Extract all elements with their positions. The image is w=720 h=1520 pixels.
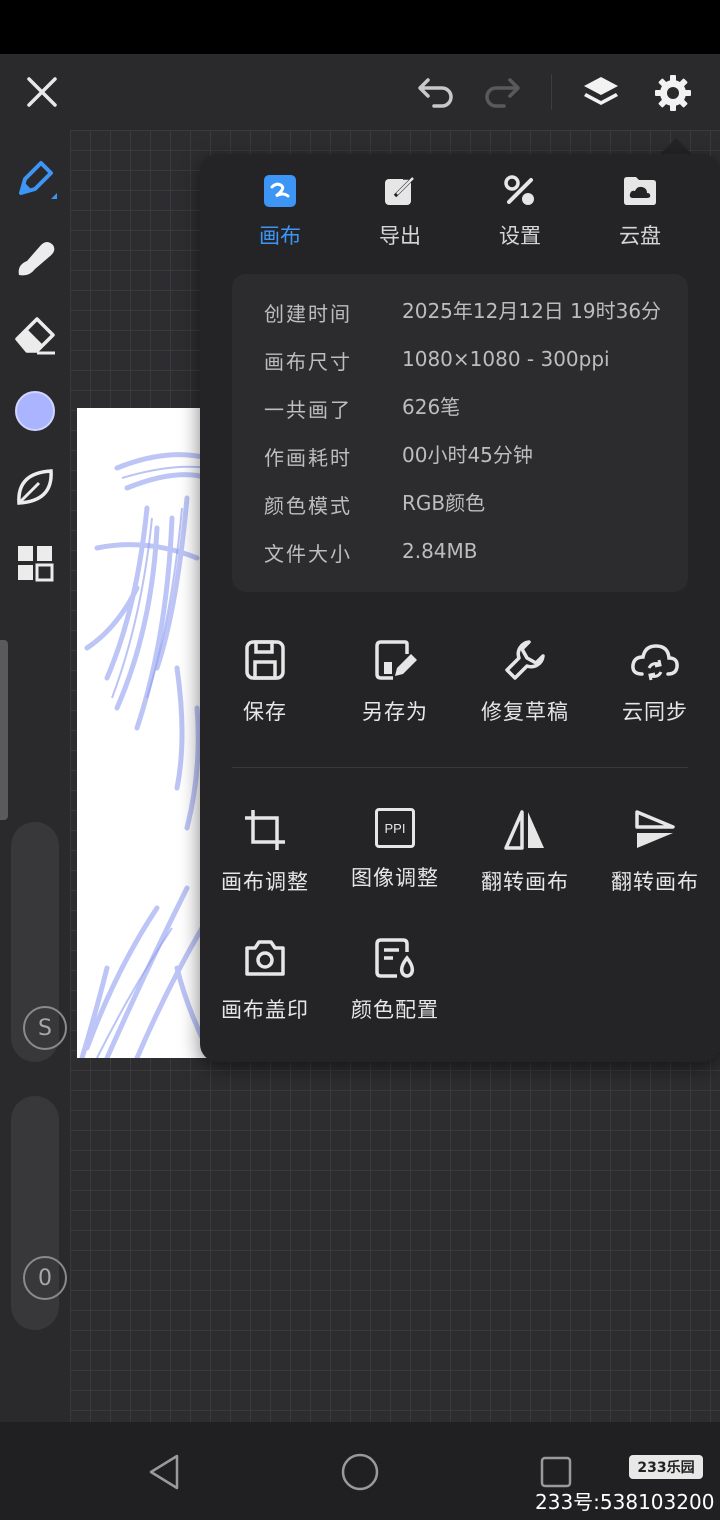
close-icon[interactable] xyxy=(18,68,66,116)
flip-canvas-horizontal-button[interactable]: 翻转画布 xyxy=(460,808,590,918)
active-color-dot xyxy=(15,391,55,431)
actions-divider xyxy=(232,767,688,768)
canvas-info-card: 创建时间 2025年12月12日 19时36分 画布尺寸 1080×1080 -… xyxy=(232,274,688,592)
tab-export-label: 导出 xyxy=(379,224,421,248)
color-config-button[interactable]: 颜色配置 xyxy=(330,936,460,1046)
canvas-stamp-button-label: 画布盖印 xyxy=(221,998,309,1022)
toolbar-divider xyxy=(551,74,552,110)
tab-cloud-drive[interactable]: 云盘 xyxy=(590,174,690,254)
canvas-menu-panel: 画布 导出 设置 云盘 创建时间 2025年12月12日 19时36分 画布尺寸… xyxy=(200,154,720,1062)
back-nav-icon[interactable] xyxy=(142,1450,186,1494)
watermark-logo-text: 233乐园 xyxy=(637,1460,695,1476)
leaf-shape-icon[interactable] xyxy=(10,462,60,512)
info-key: 文件大小 xyxy=(264,542,352,566)
save-as-button-label: 另存为 xyxy=(362,700,428,724)
info-value: 2.84MB xyxy=(402,539,478,563)
left-toolbar: S 0 xyxy=(0,130,70,1422)
info-key: 画布尺寸 xyxy=(264,350,352,374)
undo-icon[interactable] xyxy=(412,68,460,116)
tab-cloud-drive-label: 云盘 xyxy=(619,224,661,248)
info-value: RGB颜色 xyxy=(402,491,486,515)
brush-tool-icon[interactable] xyxy=(10,156,60,206)
cloud-drive-icon xyxy=(624,177,656,205)
canvas-adjust-button[interactable]: 画布调整 xyxy=(200,808,330,918)
smudge-tool-icon[interactable] xyxy=(10,234,60,284)
flip-canvas-horizontal-label: 翻转画布 xyxy=(481,870,569,894)
cloud-sync-icon xyxy=(631,644,679,681)
save-as-button[interactable]: 另存为 xyxy=(330,638,460,748)
tab-settings-label: 设置 xyxy=(499,224,541,248)
export-icon xyxy=(385,176,415,205)
info-value: 00小时45分钟 xyxy=(402,443,533,467)
flip-canvas-vertical-button[interactable]: 翻转画布 xyxy=(590,808,720,918)
layers-icon[interactable] xyxy=(576,68,626,118)
image-adjust-button[interactable]: PPI 图像调整 xyxy=(330,808,460,918)
gear-icon[interactable] xyxy=(648,68,698,118)
artwork-strokes xyxy=(79,452,207,1058)
camera-stamp-icon xyxy=(245,940,285,976)
save-button[interactable]: 保存 xyxy=(200,638,330,748)
opacity-knob[interactable]: 0 xyxy=(23,1256,67,1300)
info-key: 一共画了 xyxy=(264,398,352,422)
status-bar xyxy=(0,0,720,54)
opacity-badge: 0 xyxy=(38,1265,52,1291)
brush-size-knob[interactable]: S xyxy=(23,1006,67,1050)
tab-canvas-label: 画布 xyxy=(259,224,301,248)
color-config-button-label: 颜色配置 xyxy=(351,998,439,1022)
redo-icon[interactable] xyxy=(478,68,526,116)
info-value: 1080×1080 - 300ppi xyxy=(402,347,610,371)
grid-menu-icon[interactable] xyxy=(10,538,60,588)
repair-wrench-icon xyxy=(505,640,545,680)
save-icon xyxy=(245,640,285,680)
save-button-label: 保存 xyxy=(243,700,287,724)
ppi-icon-text: PPI xyxy=(384,820,406,836)
info-key: 创建时间 xyxy=(264,302,352,326)
opacity-slider[interactable]: 0 xyxy=(11,1096,67,1330)
settings-tools-icon xyxy=(504,175,534,205)
watermark-logo: 233乐园 xyxy=(629,1455,703,1479)
cloud-sync-button-label: 云同步 xyxy=(622,700,688,724)
watermark-id: 233号:538103200 xyxy=(535,1490,715,1514)
save-as-icon xyxy=(375,640,417,680)
color-config-icon xyxy=(375,938,415,978)
info-value: 2025年12月12日 19时36分 xyxy=(402,299,662,323)
panel-tabs: 画布 导出 设置 云盘 xyxy=(200,174,720,254)
flip-vertical-icon xyxy=(635,810,675,848)
eraser-tool-icon[interactable] xyxy=(10,310,60,360)
cloud-sync-button[interactable]: 云同步 xyxy=(590,638,720,748)
canvas-adjust-button-label: 画布调整 xyxy=(221,870,309,894)
brush-size-badge: S xyxy=(38,1015,52,1041)
crop-icon xyxy=(245,810,285,850)
drawing-canvas[interactable] xyxy=(77,408,207,1058)
home-nav-icon[interactable] xyxy=(336,1448,384,1496)
info-value: 626笔 xyxy=(402,395,461,419)
canvas-stamp-button[interactable]: 画布盖印 xyxy=(200,936,330,1046)
top-bar xyxy=(0,54,720,130)
canvas-icon xyxy=(264,175,296,207)
tab-export[interactable]: 导出 xyxy=(350,174,450,254)
sidebar-handle[interactable] xyxy=(0,640,8,820)
repair-draft-button-label: 修复草稿 xyxy=(481,700,569,724)
panel-pointer xyxy=(660,138,692,154)
tab-settings[interactable]: 设置 xyxy=(470,174,570,254)
ppi-icon: PPI xyxy=(375,808,415,848)
info-key: 颜色模式 xyxy=(264,494,352,518)
image-adjust-button-label: 图像调整 xyxy=(351,866,439,890)
tab-canvas[interactable]: 画布 xyxy=(230,174,330,254)
color-picker-swatch[interactable] xyxy=(10,386,60,436)
flip-canvas-vertical-label: 翻转画布 xyxy=(611,870,699,894)
repair-draft-button[interactable]: 修复草稿 xyxy=(460,638,590,748)
flip-horizontal-icon xyxy=(504,810,544,850)
info-key: 作画耗时 xyxy=(264,446,352,470)
brush-size-slider[interactable]: S xyxy=(11,822,67,1062)
